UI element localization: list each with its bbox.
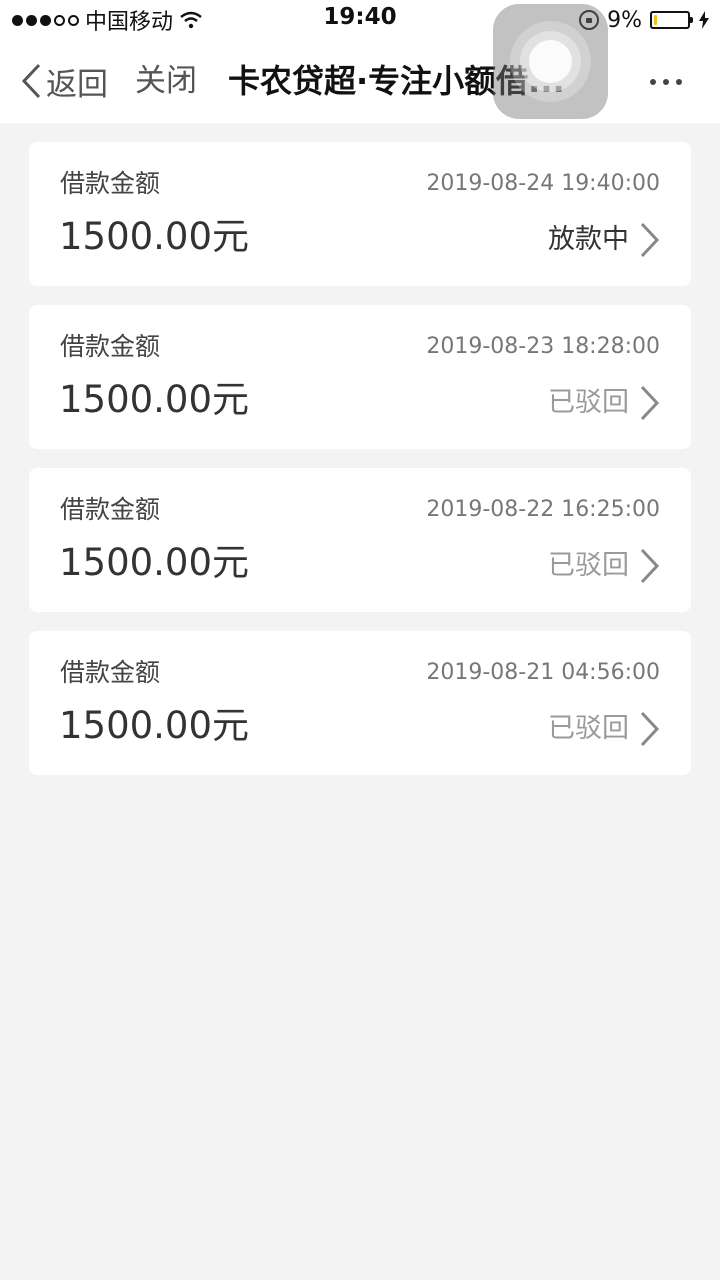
loan-amount-label: 借款金额 xyxy=(60,495,161,524)
more-options-button[interactable] xyxy=(650,72,682,92)
nav-bar: 返回 关闭 卡农贷超·专注小额借... xyxy=(0,40,720,123)
battery-percent: 9% xyxy=(607,7,642,33)
chevron-right-icon xyxy=(640,222,660,258)
loan-card[interactable]: 借款金额 2019-08-22 16:25:00 1500.00元 已驳回 xyxy=(29,468,691,612)
loan-date: 2019-08-21 04:56:00 xyxy=(426,660,660,685)
back-label: 返回 xyxy=(46,66,108,103)
loan-amount: 1500.00元 xyxy=(59,215,250,258)
loan-list: 借款金额 2019-08-24 19:40:00 1500.00元 放款中 借款… xyxy=(29,142,691,794)
more-dot-icon xyxy=(650,79,656,85)
loan-date: 2019-08-24 19:40:00 xyxy=(426,171,660,196)
loan-amount: 1500.00元 xyxy=(59,378,250,421)
loan-status-row: 已驳回 xyxy=(548,709,661,749)
loan-amount: 1500.00元 xyxy=(59,704,250,747)
charging-bolt-icon xyxy=(699,11,709,29)
assistive-touch-button[interactable] xyxy=(493,4,608,119)
loan-status-row: 已驳回 xyxy=(548,383,661,423)
loan-card[interactable]: 借款金额 2019-08-21 04:56:00 1500.00元 已驳回 xyxy=(29,631,691,775)
loan-amount-label: 借款金额 xyxy=(60,169,161,198)
chevron-right-icon xyxy=(640,385,660,421)
chevron-right-icon xyxy=(640,548,660,584)
loan-date: 2019-08-22 16:25:00 xyxy=(426,497,660,522)
loan-status: 已驳回 xyxy=(548,713,629,744)
status-bar: 中国移动 19:40 9% xyxy=(0,0,720,40)
loan-amount: 1500.00元 xyxy=(59,541,250,584)
assistive-touch-core xyxy=(529,40,572,83)
loan-status-row: 放款中 xyxy=(548,220,661,260)
loan-card[interactable]: 借款金额 2019-08-24 19:40:00 1500.00元 放款中 xyxy=(29,142,691,286)
loan-status: 放款中 xyxy=(548,224,629,255)
battery-level xyxy=(654,15,657,25)
loan-amount-label: 借款金额 xyxy=(60,658,161,687)
more-dot-icon xyxy=(663,79,669,85)
chevron-left-icon xyxy=(21,63,41,99)
loan-status: 已驳回 xyxy=(548,550,629,581)
loan-date: 2019-08-23 18:28:00 xyxy=(426,334,660,359)
loan-card[interactable]: 借款金额 2019-08-23 18:28:00 1500.00元 已驳回 xyxy=(29,305,691,449)
back-button[interactable]: 返回 xyxy=(20,58,108,104)
close-button[interactable]: 关闭 xyxy=(135,58,197,104)
loan-status-row: 已驳回 xyxy=(548,546,661,586)
chevron-right-icon xyxy=(640,711,660,747)
loan-amount-label: 借款金额 xyxy=(60,332,161,361)
more-dot-icon xyxy=(676,79,682,85)
loan-status: 已驳回 xyxy=(548,387,629,418)
battery-icon xyxy=(650,11,693,29)
